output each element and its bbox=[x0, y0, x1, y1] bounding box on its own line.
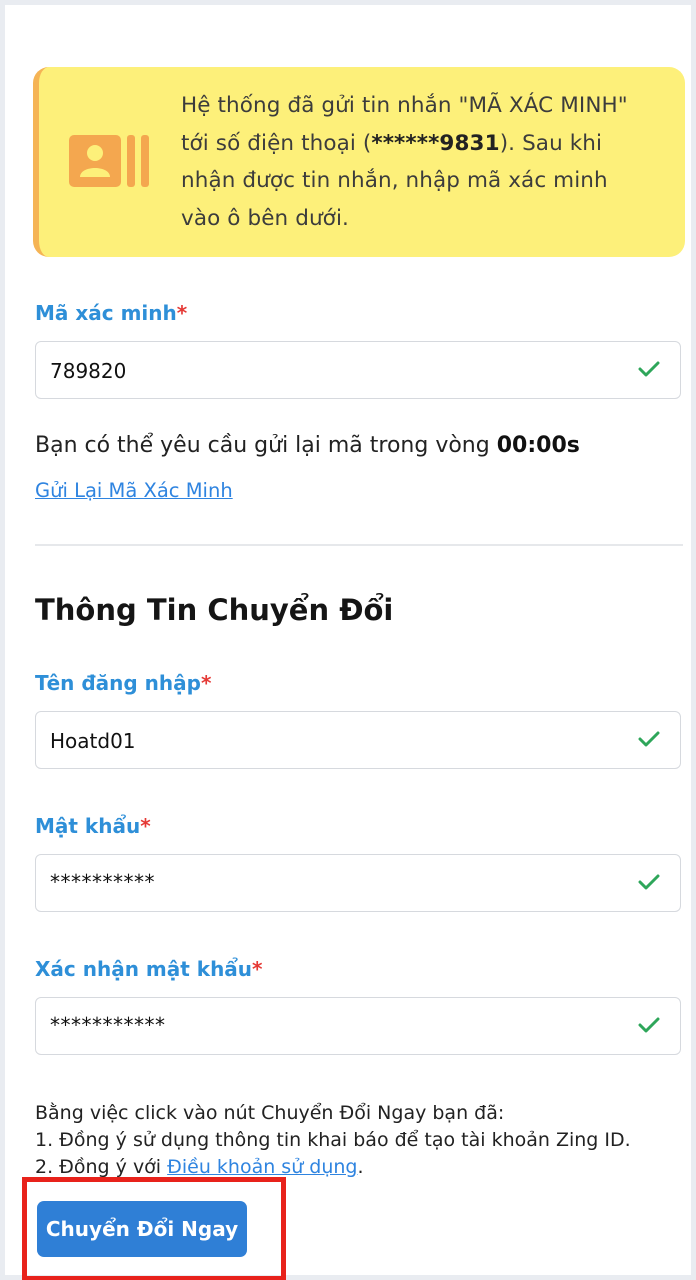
section-title: Thông Tin Chuyển Đổi bbox=[35, 593, 394, 627]
required-asterisk: * bbox=[176, 301, 188, 325]
valid-check-icon bbox=[638, 731, 660, 747]
terms-item-2: 2. Đồng ý với Điều khoản sử dụng. bbox=[35, 1156, 364, 1178]
username-value: Hoatd01 bbox=[50, 729, 136, 753]
resend-code-link[interactable]: Gửi Lại Mã Xác Minh bbox=[35, 479, 233, 502]
convert-now-button[interactable]: Chuyển Đổi Ngay bbox=[37, 1201, 247, 1257]
contact-card-icon bbox=[69, 135, 149, 187]
valid-check-icon bbox=[638, 874, 660, 890]
verification-code-value: 789820 bbox=[50, 359, 127, 383]
terms-of-use-link[interactable]: Điều khoản sử dụng bbox=[167, 1156, 357, 1178]
username-label: Tên đăng nhập* bbox=[35, 671, 212, 695]
password-input[interactable]: ********** bbox=[35, 854, 681, 912]
verification-code-input[interactable]: 789820 bbox=[35, 341, 681, 399]
section-divider bbox=[35, 544, 683, 546]
required-asterisk: * bbox=[200, 671, 212, 695]
notice-message: Hệ thống đã gửi tin nhắn "MÃ XÁC MINH" t… bbox=[181, 93, 628, 231]
confirm-password-label: Xác nhận mật khẩu* bbox=[35, 957, 263, 981]
valid-check-icon bbox=[638, 1017, 660, 1033]
username-input[interactable]: Hoatd01 bbox=[35, 711, 681, 769]
password-label: Mật khẩu* bbox=[35, 814, 151, 838]
terms-notice: Bằng việc click vào nút Chuyển Đổi Ngay … bbox=[35, 1100, 631, 1181]
required-asterisk: * bbox=[140, 814, 151, 838]
valid-check-icon bbox=[638, 361, 660, 377]
confirm-password-input[interactable]: *********** bbox=[35, 997, 681, 1055]
masked-phone-number: ******9831 bbox=[371, 130, 500, 156]
countdown-timer: 00:00s bbox=[496, 433, 580, 458]
password-value: ********** bbox=[50, 870, 155, 894]
verification-code-label: Mã xác minh* bbox=[35, 301, 188, 325]
page-frame: Hệ thống đã gửi tin nhắn "MÃ XÁC MINH" t… bbox=[5, 5, 691, 1280]
required-asterisk: * bbox=[252, 957, 263, 981]
terms-intro: Bằng việc click vào nút Chuyển Đổi Ngay … bbox=[35, 1102, 505, 1124]
terms-item-1: 1. Đồng ý sử dụng thông tin khai báo để … bbox=[35, 1129, 631, 1151]
resend-countdown-text: Bạn có thể yêu cầu gửi lại mã trong vòng… bbox=[35, 433, 580, 458]
sms-notice-box: Hệ thống đã gửi tin nhắn "MÃ XÁC MINH" t… bbox=[33, 67, 685, 257]
confirm-password-value: *********** bbox=[50, 1013, 166, 1037]
